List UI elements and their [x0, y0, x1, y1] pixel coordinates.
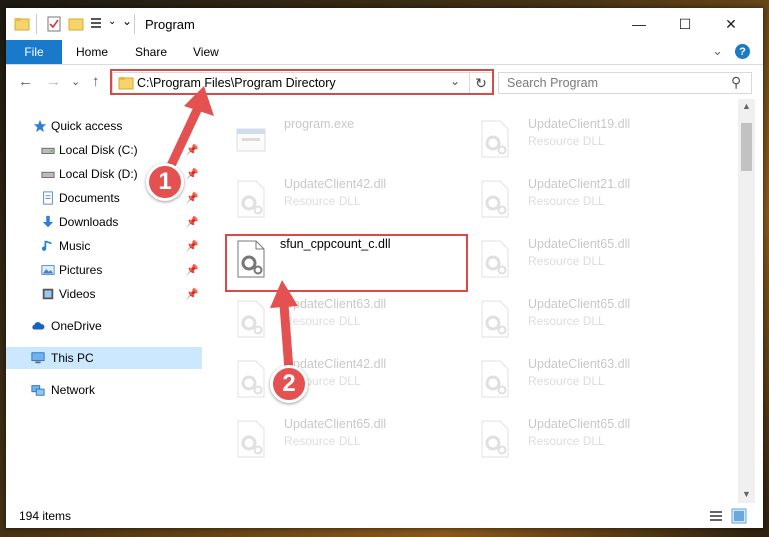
arrow-2	[279, 300, 294, 375]
arrow-1	[163, 103, 203, 177]
annotation-arrows	[163, 86, 298, 375]
callout-2: 2	[270, 365, 308, 403]
arrowhead-2	[270, 280, 298, 308]
callout-1: 1	[146, 163, 184, 201]
